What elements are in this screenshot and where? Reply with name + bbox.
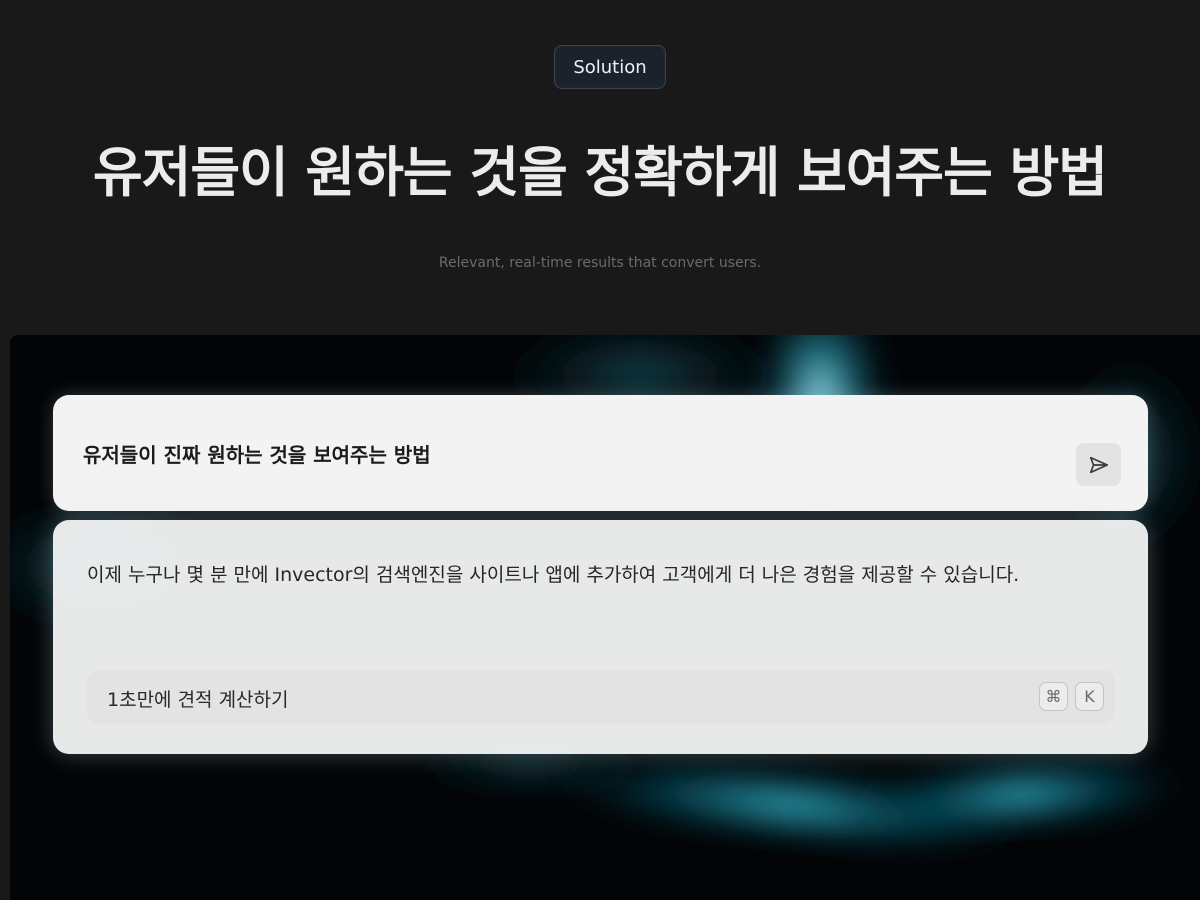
solution-badge: Solution xyxy=(554,45,666,89)
page: Solution 유저들이 원하는 것을 정확하게 보여주는 방법 Releva… xyxy=(0,0,1200,900)
search-card: 유저들이 진짜 원하는 것을 보여주는 방법 xyxy=(53,395,1148,511)
command-key-icon: ⌘ xyxy=(1039,682,1068,711)
quick-action-row[interactable]: 1초만에 견적 계산하기 ⌘ K xyxy=(87,670,1115,724)
send-button[interactable] xyxy=(1076,443,1121,486)
result-text: 이제 누구나 몇 분 만에 Invector의 검색엔진을 사이트나 앱에 추가… xyxy=(87,564,1020,586)
result-card: 이제 누구나 몇 분 만에 Invector의 검색엔진을 사이트나 앱에 추가… xyxy=(53,520,1148,754)
search-input[interactable]: 유저들이 진짜 원하는 것을 보여주는 방법 xyxy=(83,439,431,468)
k-key-badge: K xyxy=(1075,682,1104,711)
hero-subtitle: Relevant, real-time results that convert… xyxy=(438,255,762,271)
send-icon xyxy=(1089,456,1108,473)
hero-title: 유저들이 원하는 것을 정확하게 보여주는 방법 xyxy=(93,141,1108,204)
quick-action-label: 1초만에 견적 계산하기 xyxy=(107,689,289,711)
solution-badge-label: Solution xyxy=(573,56,647,78)
